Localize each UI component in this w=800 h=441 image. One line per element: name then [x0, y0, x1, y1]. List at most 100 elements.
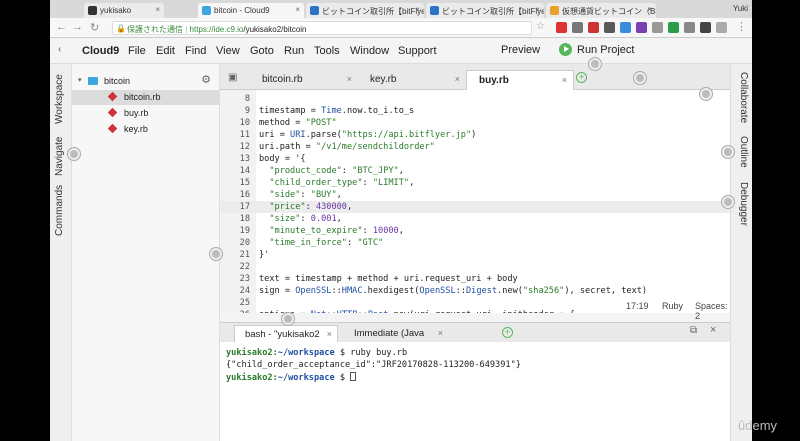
reload-icon[interactable]: ↻: [90, 21, 99, 34]
bookmark-star-icon[interactable]: ☆: [536, 21, 545, 32]
tab-commands[interactable]: Commands: [54, 185, 65, 236]
maximize-icon[interactable]: ⧉: [690, 325, 697, 336]
bitflyer-icon: [310, 6, 319, 15]
overlay-dot: [700, 88, 712, 100]
code-line[interactable]: 17 "price": 430000,: [220, 201, 730, 213]
back-icon[interactable]: ←: [56, 21, 67, 33]
run-icon[interactable]: [559, 43, 572, 56]
tree-file[interactable]: key.rb: [72, 122, 220, 137]
code-line[interactable]: 11 uri = URI.parse("https://api.bitflyer.…: [220, 129, 730, 141]
extension-icon[interactable]: [700, 22, 711, 33]
tab-debugger[interactable]: Debugger: [738, 182, 749, 226]
code-line[interactable]: 18 "size": 0.001,: [220, 213, 730, 225]
menu-find[interactable]: Find: [185, 45, 206, 57]
tab-collaborate[interactable]: Collaborate: [738, 72, 749, 123]
tree-folder-bitcoin[interactable]: ▾ bitcoin: [72, 74, 220, 89]
extension-icon[interactable]: [556, 22, 567, 33]
tab-workspace[interactable]: Workspace: [54, 74, 65, 124]
browser-tab-bar: yukisako × bitcoin - Cloud9 × ビットコイン取引所【…: [50, 0, 752, 18]
menu-support[interactable]: Support: [398, 45, 437, 57]
browser-tab-bitcoin-news[interactable]: 仮想通貨ビットコイン（Bitcoin） ×: [546, 3, 656, 18]
terminal[interactable]: yukisako2:~/workspace $ ruby buy.rb {"ch…: [220, 342, 730, 441]
tree-file[interactable]: buy.rb: [72, 106, 220, 121]
code-line[interactable]: 16 "side": "BUY",: [220, 189, 730, 201]
close-icon[interactable]: ×: [438, 328, 443, 338]
menu-file[interactable]: File: [128, 45, 146, 57]
menu-view[interactable]: View: [216, 45, 240, 57]
close-icon[interactable]: ×: [155, 5, 160, 14]
extension-icon[interactable]: [636, 22, 647, 33]
indent-setting[interactable]: Spaces: 2: [695, 301, 730, 321]
menu-icon[interactable]: ⋮: [736, 20, 747, 33]
cursor-position[interactable]: 17:19: [626, 301, 649, 311]
code-line[interactable]: 8: [220, 93, 730, 105]
tree-file[interactable]: bitcoin.rb: [72, 90, 220, 105]
tab-immediate[interactable]: Immediate (Java ×: [344, 325, 448, 343]
browser-user[interactable]: Yuki: [733, 4, 748, 13]
add-tab-icon[interactable]: +: [502, 327, 513, 338]
line-number: 11: [239, 130, 250, 140]
browser-tab-bitflyer-1[interactable]: ビットコイン取引所【bitFlyer Lig ×: [306, 3, 424, 18]
extension-icon[interactable]: [652, 22, 663, 33]
extension-icon[interactable]: [668, 22, 679, 33]
code-line[interactable]: 9 timestamp = Time.now.to_i.to_s: [220, 105, 730, 117]
code-line[interactable]: 14 "product_code": "BTC_JPY",: [220, 165, 730, 177]
menu-window[interactable]: Window: [350, 45, 389, 57]
extension-icon[interactable]: [572, 22, 583, 33]
code-text: "time_in_force": "GTC": [269, 238, 384, 248]
code-line[interactable]: 12 uri.path = "/v1/me/sendchildorder": [220, 141, 730, 153]
url-field[interactable]: 🔒 保護された通信 | https://ide.c9.io/yukisako2/…: [112, 21, 532, 35]
extension-icon[interactable]: [684, 22, 695, 33]
close-icon[interactable]: ×: [562, 75, 567, 85]
tab-bitcoin-rb[interactable]: bitcoin.rb ×: [250, 70, 358, 90]
file-tree: ▾ bitcoin ⚙ bitcoin.rb buy.rb key.rb: [72, 64, 220, 441]
close-icon[interactable]: ×: [710, 324, 716, 336]
extension-icon[interactable]: [588, 22, 599, 33]
preview-button[interactable]: Preview: [501, 44, 540, 56]
menu-cloud9[interactable]: Cloud9: [82, 45, 119, 57]
extension-icon[interactable]: [716, 22, 727, 33]
code-line[interactable]: 23 text = timestamp + method + uri.reques…: [220, 273, 730, 285]
gear-icon[interactable]: ⚙: [201, 73, 211, 86]
code-text: timestamp = Time.now.to_i.to_s: [259, 106, 415, 116]
close-icon[interactable]: ×: [327, 329, 332, 339]
code-line[interactable]: 15 "child_order_type": "LIMIT",: [220, 177, 730, 189]
close-icon[interactable]: ×: [295, 5, 300, 14]
file-list-icon[interactable]: ▣: [228, 72, 237, 83]
code-editor[interactable]: 8 9 timestamp = Time.now.to_i.to_s 10 method…: [220, 90, 730, 313]
tab-navigate[interactable]: Navigate: [54, 137, 65, 176]
forward-icon[interactable]: →: [72, 21, 83, 33]
code-line[interactable]: 19 "minute_to_expire": 10000,: [220, 225, 730, 237]
menu-edit[interactable]: Edit: [156, 45, 175, 57]
menu-tools[interactable]: Tools: [314, 45, 340, 57]
menu-run[interactable]: Run: [284, 45, 304, 57]
close-icon[interactable]: ×: [415, 5, 420, 14]
code-line[interactable]: 13 body = '{: [220, 153, 730, 165]
browser-tab-cloud9[interactable]: bitcoin - Cloud9 ×: [198, 3, 304, 18]
caret-down-icon[interactable]: ▾: [78, 76, 82, 84]
extension-icon[interactable]: [604, 22, 615, 33]
run-project-button[interactable]: Run Project: [577, 44, 634, 56]
code-line[interactable]: 24 sign = OpenSSL::HMAC.hexdigest(OpenSSL…: [220, 285, 730, 297]
tab-buy-rb[interactable]: buy.rb ×: [466, 70, 574, 90]
tab-outline[interactable]: Outline: [738, 136, 749, 168]
tab-bash[interactable]: bash - "yukisako2 ×: [234, 325, 338, 343]
add-tab-icon[interactable]: +: [576, 72, 587, 83]
code-line[interactable]: 22: [220, 261, 730, 273]
close-icon[interactable]: ×: [647, 5, 652, 14]
menu-goto[interactable]: Goto: [250, 45, 274, 57]
browser-tab-bitflyer-2[interactable]: ビットコイン取引所【bitFlyer Lig ×: [426, 3, 544, 18]
browser-tab-yukisako[interactable]: yukisako ×: [84, 3, 164, 18]
code-line[interactable]: 20 "time_in_force": "GTC": [220, 237, 730, 249]
code-line[interactable]: 10 method = "POST": [220, 117, 730, 129]
close-icon[interactable]: ×: [455, 74, 460, 84]
code-text: sign = OpenSSL::HMAC.hexdigest(OpenSSL::…: [259, 286, 648, 296]
line-number: 16: [239, 190, 250, 200]
close-icon[interactable]: ×: [535, 5, 540, 14]
chevron-left-icon[interactable]: ‹: [58, 44, 61, 55]
extension-icon[interactable]: [620, 22, 631, 33]
close-icon[interactable]: ×: [347, 74, 352, 84]
language-mode[interactable]: Ruby: [662, 301, 683, 311]
tab-key-rb[interactable]: key.rb ×: [358, 70, 466, 90]
code-line[interactable]: 21}': [220, 249, 730, 261]
